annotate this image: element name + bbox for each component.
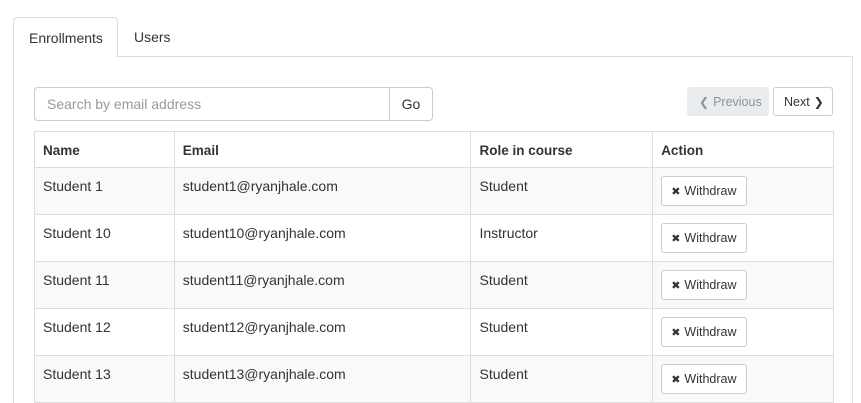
cell-email: student10@ryanjhale.com bbox=[173, 214, 472, 262]
table-row: Student 12 student12@ryanjhale.com Stude… bbox=[34, 308, 834, 356]
withdraw-label: Withdraw bbox=[684, 325, 737, 339]
pager: ❮ Previous Next ❯ bbox=[687, 87, 833, 116]
tab-bar: Enrollments Users bbox=[13, 17, 853, 58]
withdraw-label: Withdraw bbox=[684, 184, 737, 198]
cell-email: student13@ryanjhale.com bbox=[173, 355, 472, 403]
column-header-role: Role in course bbox=[470, 131, 654, 168]
withdraw-label: Withdraw bbox=[684, 372, 737, 386]
next-label: Next bbox=[784, 94, 810, 109]
cell-role: Student bbox=[470, 308, 654, 356]
previous-button[interactable]: ❮ Previous bbox=[687, 87, 769, 116]
chevron-left-icon: ❮ bbox=[699, 94, 710, 109]
column-header-email: Email bbox=[173, 131, 472, 168]
cell-name: Student 11 bbox=[34, 261, 175, 309]
previous-label: Previous bbox=[713, 94, 762, 109]
table-header-row: Name Email Role in course Action bbox=[34, 131, 834, 168]
cell-role: Student bbox=[470, 261, 654, 309]
search-group: Go bbox=[34, 87, 433, 121]
enrollments-page: Enrollments Users Go ❮ Previous Next ❯ N… bbox=[0, 0, 861, 403]
withdraw-button[interactable]: ✖ Withdraw bbox=[661, 364, 747, 394]
cell-name: Student 1 bbox=[34, 167, 175, 215]
enrollments-panel: Go ❮ Previous Next ❯ Name Email Role in … bbox=[13, 57, 853, 403]
tab-users[interactable]: Users bbox=[118, 17, 187, 57]
search-input[interactable] bbox=[34, 87, 390, 121]
close-icon: ✖ bbox=[671, 373, 681, 386]
cell-role: Instructor bbox=[470, 214, 654, 262]
table-row: Student 1 student1@ryanjhale.com Student… bbox=[34, 167, 834, 215]
cell-action: ✖ Withdraw bbox=[652, 355, 834, 403]
withdraw-button[interactable]: ✖ Withdraw bbox=[661, 223, 747, 253]
cell-role: Student bbox=[470, 355, 654, 403]
cell-name: Student 13 bbox=[34, 355, 175, 403]
close-icon: ✖ bbox=[671, 185, 681, 198]
go-button[interactable]: Go bbox=[390, 87, 433, 121]
cell-action: ✖ Withdraw bbox=[652, 214, 834, 262]
cell-email: student11@ryanjhale.com bbox=[173, 261, 472, 309]
cell-action: ✖ Withdraw bbox=[652, 167, 834, 215]
cell-role: Student bbox=[470, 167, 654, 215]
enrollments-table: Name Email Role in course Action Student… bbox=[34, 131, 834, 403]
cell-action: ✖ Withdraw bbox=[652, 261, 834, 309]
cell-name: Student 10 bbox=[34, 214, 175, 262]
table-row: Student 11 student11@ryanjhale.com Stude… bbox=[34, 261, 834, 309]
withdraw-button[interactable]: ✖ Withdraw bbox=[661, 317, 747, 347]
column-header-name: Name bbox=[34, 131, 175, 168]
close-icon: ✖ bbox=[671, 232, 681, 245]
chevron-right-icon: ❯ bbox=[813, 94, 824, 109]
table-row: Student 13 student13@ryanjhale.com Stude… bbox=[34, 355, 834, 403]
tab-enrollments[interactable]: Enrollments bbox=[13, 17, 118, 58]
close-icon: ✖ bbox=[671, 326, 681, 339]
cell-email: student1@ryanjhale.com bbox=[173, 167, 472, 215]
next-button[interactable]: Next ❯ bbox=[773, 87, 833, 116]
column-header-action: Action bbox=[652, 131, 834, 168]
withdraw-button[interactable]: ✖ Withdraw bbox=[661, 176, 747, 206]
close-icon: ✖ bbox=[671, 279, 681, 292]
cell-name: Student 12 bbox=[34, 308, 175, 356]
cell-action: ✖ Withdraw bbox=[652, 308, 834, 356]
withdraw-label: Withdraw bbox=[684, 231, 737, 245]
withdraw-label: Withdraw bbox=[684, 278, 737, 292]
table-row: Student 10 student10@ryanjhale.com Instr… bbox=[34, 214, 834, 262]
cell-email: student12@ryanjhale.com bbox=[173, 308, 472, 356]
withdraw-button[interactable]: ✖ Withdraw bbox=[661, 270, 747, 300]
